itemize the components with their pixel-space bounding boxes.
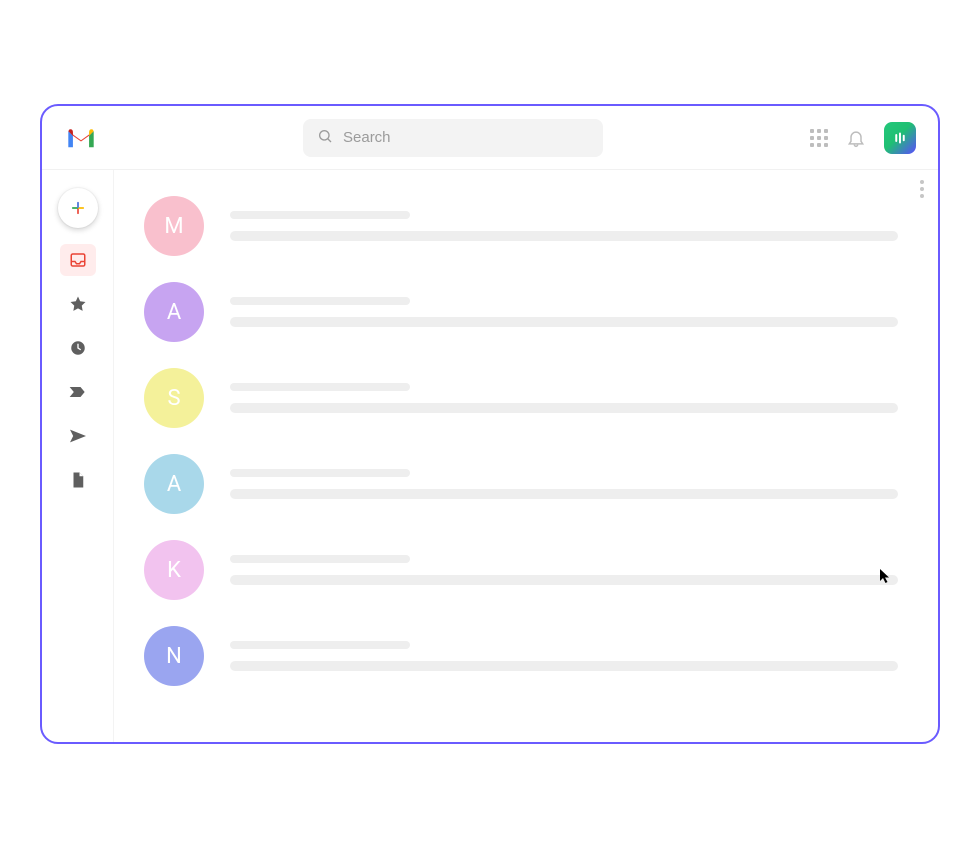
email-row[interactable]: A [144,454,898,514]
sender-avatar: A [144,282,204,342]
search-input[interactable] [343,129,589,146]
subject-placeholder [230,555,410,563]
email-row[interactable]: M [144,196,898,256]
search-box[interactable] [303,119,603,157]
subject-placeholder [230,211,410,219]
sidebar-item-snoozed[interactable] [60,332,96,364]
apps-grid-icon[interactable] [810,129,828,147]
email-row[interactable]: N [144,626,898,686]
sidebar-item-drafts[interactable] [60,464,96,496]
notifications-icon[interactable] [846,128,866,148]
sidebar-item-important[interactable] [60,376,96,408]
sender-avatar: M [144,196,204,256]
body-placeholder [230,489,898,499]
sender-avatar: N [144,626,204,686]
subject-placeholder [230,469,410,477]
subject-placeholder [230,383,410,391]
body-placeholder [230,575,898,585]
body-placeholder [230,661,898,671]
email-row[interactable]: K [144,540,898,600]
body-placeholder [230,403,898,413]
email-preview-lines [230,469,898,499]
body: MASAKN [42,170,938,742]
gmail-logo-icon [66,126,96,150]
search-icon [317,128,333,148]
sender-avatar: S [144,368,204,428]
profile-avatar[interactable] [884,122,916,154]
subject-placeholder [230,641,410,649]
sender-avatar: K [144,540,204,600]
email-preview-lines [230,211,898,241]
email-preview-lines [230,641,898,671]
sidebar-item-starred[interactable] [60,288,96,320]
sender-avatar: A [144,454,204,514]
header-actions [810,122,916,154]
email-preview-lines [230,383,898,413]
email-row[interactable]: A [144,282,898,342]
more-options-icon[interactable] [920,180,924,198]
main-panel: MASAKN [114,170,938,742]
sidebar-item-inbox[interactable] [60,244,96,276]
body-placeholder [230,231,898,241]
email-preview-lines [230,297,898,327]
subject-placeholder [230,297,410,305]
sidebar [42,170,114,742]
header [42,106,938,170]
app-window: MASAKN [40,104,940,744]
body-placeholder [230,317,898,327]
compose-button[interactable] [58,188,98,228]
email-row[interactable]: S [144,368,898,428]
sidebar-item-sent[interactable] [60,420,96,452]
email-list: MASAKN [144,196,898,686]
email-preview-lines [230,555,898,585]
